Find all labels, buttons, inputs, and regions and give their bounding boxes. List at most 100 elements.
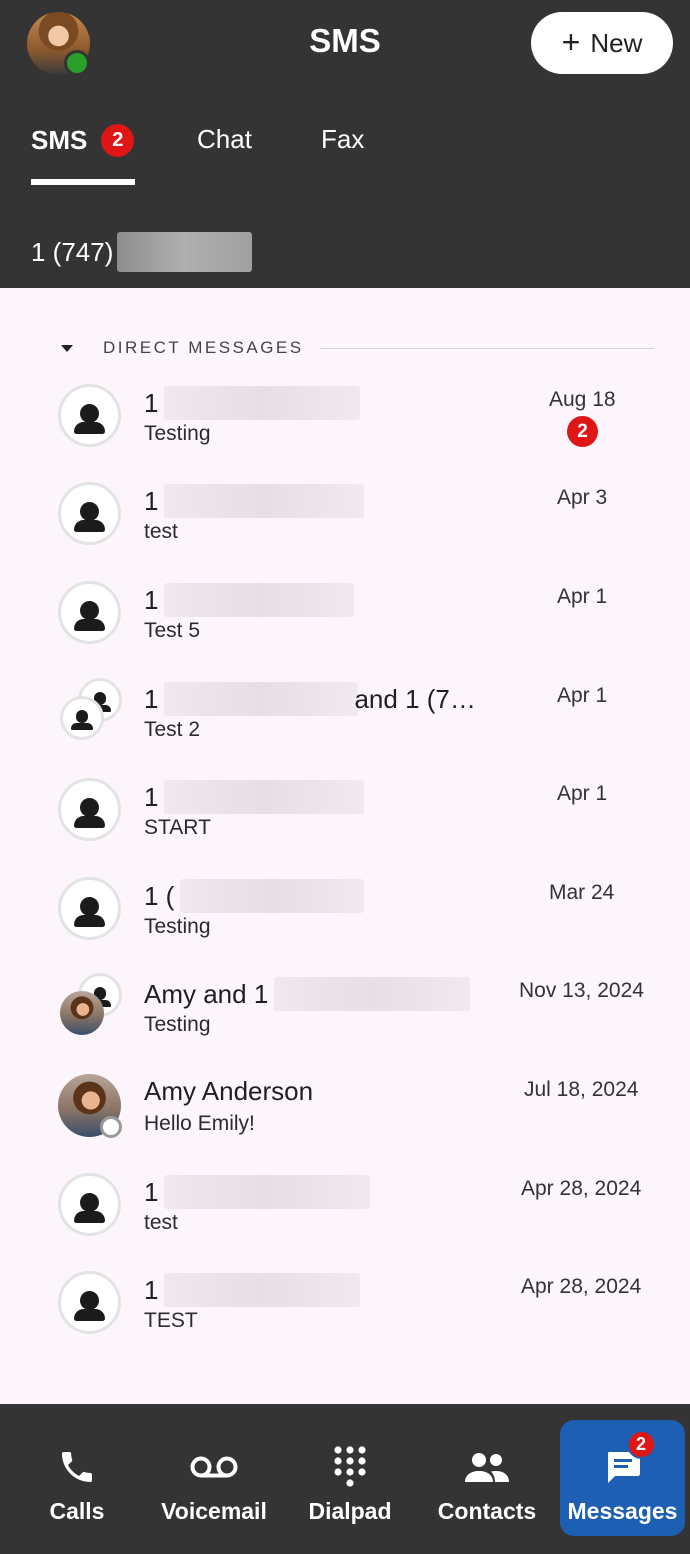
- section-divider: [319, 347, 654, 349]
- tab-chat-label: Chat: [197, 124, 252, 154]
- contact-avatar: [58, 482, 121, 545]
- conversation-name: 1: [144, 1273, 361, 1307]
- conversation-name-text: 1 (: [144, 880, 175, 911]
- conversation-name: Amy Anderson: [144, 1076, 313, 1107]
- tab-sms[interactable]: SMS 2: [31, 124, 135, 157]
- conversation-row[interactable]: 1 test Apr 3: [0, 482, 690, 580]
- conversation-date: Jul 18, 2024: [524, 1078, 639, 1101]
- nav-messages-label: Messages: [567, 1498, 678, 1524]
- message-preview: Test 5: [144, 619, 201, 642]
- person-icon: [61, 1176, 118, 1233]
- conversation-name-suffix: and 1 (7…: [354, 683, 476, 714]
- redacted-number: [164, 682, 359, 716]
- person-icon: [61, 1274, 118, 1331]
- message-preview: START: [144, 816, 211, 839]
- contact-avatar: [58, 1271, 121, 1334]
- my-number-prefix: 1 (747): [31, 236, 114, 267]
- conversation-name: 1: [144, 386, 361, 420]
- message-preview: Testing: [144, 915, 211, 938]
- new-button-label: New: [590, 27, 643, 58]
- contacts-icon: [464, 1442, 510, 1492]
- conversation-name-text: 1: [144, 1274, 159, 1305]
- my-phone-number[interactable]: 1 (747): [31, 232, 253, 272]
- nav-calls-label: Calls: [49, 1498, 105, 1524]
- conversation-date: Apr 1: [557, 782, 608, 805]
- message-preview: test: [144, 1211, 178, 1234]
- conversation-row[interactable]: Amy and 1 Testing Nov 13, 2024: [0, 973, 690, 1073]
- conversation-row[interactable]: 1 Test 5 Apr 1: [0, 581, 690, 679]
- person-icon: [61, 485, 118, 542]
- new-message-button[interactable]: + New: [531, 12, 673, 74]
- tab-sms-badge: 2: [101, 124, 135, 157]
- redacted-number: [164, 1273, 361, 1307]
- conversation-name-text: 1: [144, 485, 159, 516]
- conversation-date: Nov 13, 2024: [519, 979, 644, 1002]
- voicemail-icon: [189, 1442, 239, 1492]
- tab-fax[interactable]: Fax: [321, 124, 364, 155]
- contact-avatar: [58, 581, 121, 644]
- conversation-row[interactable]: 1 Testing Aug 18 2: [0, 384, 690, 482]
- conversation-row[interactable]: 1 TEST Apr 28, 2024: [0, 1271, 690, 1369]
- person-icon: [61, 880, 118, 937]
- redacted-number: [117, 232, 253, 272]
- contact-avatar: [58, 877, 121, 940]
- group-avatar-front: [60, 696, 104, 740]
- conversation-date: Apr 28, 2024: [521, 1275, 642, 1298]
- conversation-date: Mar 24: [549, 881, 615, 904]
- contact-avatar: [58, 384, 121, 447]
- conversation-date: Apr 1: [557, 684, 608, 707]
- person-icon: [61, 387, 118, 444]
- message-preview: Test 2: [144, 718, 201, 741]
- redacted-number: [164, 780, 365, 814]
- conversation-row[interactable]: 1 test Apr 28, 2024: [0, 1173, 690, 1271]
- redacted-number: [164, 484, 365, 518]
- caret-down-icon: [61, 344, 73, 352]
- direct-messages-section-header[interactable]: DIRECT MESSAGES: [60, 336, 654, 360]
- active-tab-indicator: [31, 179, 135, 185]
- conversation-name: 1 (: [144, 879, 365, 913]
- contact-avatar: [58, 778, 121, 841]
- person-icon: [63, 699, 101, 737]
- message-preview: Testing: [144, 1013, 211, 1036]
- conversation-row[interactable]: Amy Anderson Hello Emily! Jul 18, 2024: [0, 1074, 690, 1172]
- message-preview: test: [144, 520, 178, 543]
- conversation-date: Apr 1: [557, 585, 608, 608]
- conversation-date: Apr 3: [557, 486, 608, 509]
- nav-voicemail[interactable]: Voicemail: [150, 1420, 278, 1536]
- section-label: DIRECT MESSAGES: [103, 338, 304, 357]
- nav-messages[interactable]: 2 Messages: [560, 1420, 685, 1536]
- message-preview: Testing: [144, 422, 211, 445]
- conversation-name-text: 1: [144, 584, 159, 615]
- messages-badge: 2: [626, 1430, 656, 1459]
- nav-dialpad[interactable]: Dialpad: [294, 1420, 406, 1536]
- conversation-name-text: Amy and 1: [144, 978, 269, 1009]
- conversation-name: 1 and 1 (7…: [144, 682, 476, 716]
- app-header: SMS + New SMS 2 Chat Fax 1 (747): [0, 0, 690, 288]
- nav-calls[interactable]: Calls: [18, 1420, 136, 1536]
- nav-contacts-label: Contacts: [437, 1498, 537, 1524]
- conversation-name-text: 1: [144, 1176, 159, 1207]
- conversation-row[interactable]: 1 START Apr 1: [0, 778, 690, 876]
- conversation-row[interactable]: 1 ( Testing Mar 24: [0, 877, 690, 975]
- conversation-row[interactable]: 1 and 1 (7… Test 2 Apr 1: [0, 678, 690, 778]
- tab-fax-label: Fax: [321, 124, 365, 154]
- redacted-number: [164, 386, 361, 420]
- redacted-number: [164, 1175, 371, 1209]
- conversation-name-text: Amy Anderson: [144, 1076, 314, 1106]
- bottom-navigation: Calls Voicemail Dialpad Contacts 2 Messa…: [0, 1404, 690, 1554]
- person-icon: [61, 781, 118, 838]
- messages-icon: 2: [605, 1430, 656, 1492]
- message-preview: Hello Emily!: [144, 1112, 255, 1135]
- person-icon: [61, 584, 118, 641]
- conversation-name: Amy and 1: [144, 977, 471, 1011]
- tab-chat[interactable]: Chat: [197, 124, 252, 155]
- dialpad-icon: [332, 1442, 368, 1492]
- conversation-name: 1: [144, 484, 365, 518]
- message-preview: TEST: [144, 1309, 198, 1332]
- contact-photo: [60, 991, 104, 1035]
- redacted-number: [180, 879, 365, 913]
- nav-contacts[interactable]: Contacts: [428, 1420, 546, 1536]
- redacted-number: [164, 583, 355, 617]
- contact-avatar: [58, 1173, 121, 1236]
- conversation-name-text: 1: [144, 683, 159, 714]
